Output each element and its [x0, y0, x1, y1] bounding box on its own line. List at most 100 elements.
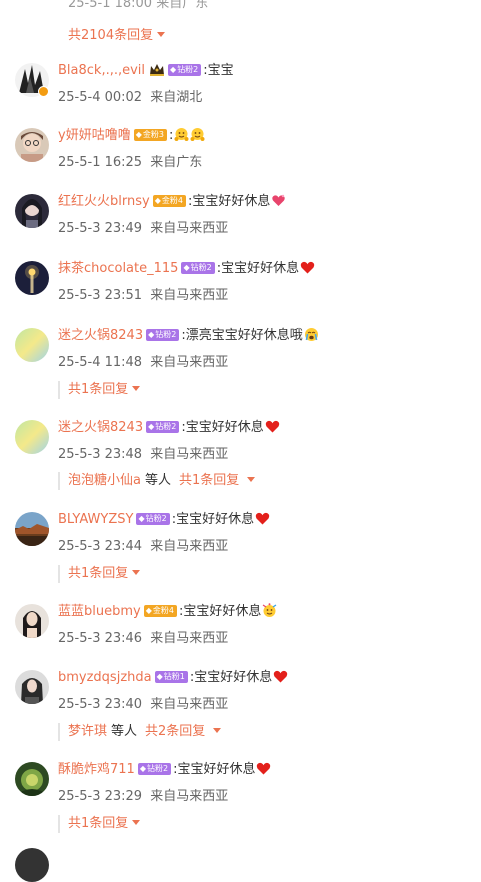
- comment-meta: 25-5-3 23:49 来自马来西亚: [58, 217, 228, 236]
- comment-time: 25-5-3 23:48: [58, 447, 143, 462]
- reply-username[interactable]: 梦许琪: [68, 724, 107, 739]
- prev-comment-replies-link[interactable]: 共2104条回复: [68, 24, 166, 43]
- avatar[interactable]: [15, 604, 49, 638]
- replies-count: 共1条回复: [68, 566, 129, 581]
- avatar[interactable]: [15, 128, 49, 162]
- avatar[interactable]: [15, 194, 49, 228]
- comment-time: 25-5-3 23:51: [58, 288, 143, 303]
- replies-link[interactable]: 泡泡糖小仙a 等人 共1条回复: [58, 472, 256, 490]
- diamond-icon: ◆: [145, 605, 152, 615]
- comment-feed: 25-5-1 18:00 来自广东 共2104条回复 Bla8ck,.,.,ev…: [0, 0, 481, 882]
- comment-time: 25-5-3 23:46: [58, 631, 143, 646]
- diamond-icon: ◆: [139, 763, 146, 773]
- reply-etal: 等人: [111, 724, 138, 739]
- replies-count: 共1条回复: [178, 473, 240, 488]
- diamond-icon: ◆: [148, 329, 155, 339]
- username-link[interactable]: 抹茶chocolate_115: [58, 261, 178, 276]
- fan-level-badge[interactable]: ◆钻粉1: [154, 670, 188, 683]
- fan-level-badge[interactable]: ◆金粉3: [133, 128, 167, 141]
- comment-text: :宝宝好好休息: [189, 670, 273, 685]
- fan-level-badge[interactable]: ◆钻粉2: [136, 512, 170, 525]
- replies-link[interactable]: 共1条回复: [58, 815, 141, 833]
- avatar[interactable]: [15, 848, 49, 882]
- comment-item: 酥脆炸鸡711 ◆钻粉2:宝宝好好休息 25-5-3 23:29 来自马来西亚 共…: [0, 760, 481, 833]
- username-link[interactable]: Bla8ck,.,.,evil: [58, 63, 145, 78]
- prev-comment-replies-label: 共2104条回复: [68, 28, 154, 43]
- comment-location: 来自湖北: [150, 90, 203, 105]
- reply-etal: 等人: [144, 473, 171, 488]
- verified-icon: [38, 86, 49, 97]
- comment-meta: 25-5-3 23:51 来自马来西亚: [58, 284, 228, 303]
- red-heart-icon: [255, 511, 270, 526]
- comment-location: 来自马来西亚: [150, 221, 229, 236]
- avatar[interactable]: [15, 762, 49, 796]
- comment-meta: 25-5-4 00:02 来自湖北: [58, 86, 202, 105]
- comment-location: 来自马来西亚: [150, 631, 229, 646]
- red-heart-icon: [265, 419, 280, 434]
- diamond-icon: ◆: [154, 195, 161, 205]
- comment-location: 来自马来西亚: [150, 697, 229, 712]
- comment-text: :宝宝好好休息: [178, 604, 262, 619]
- comment-time: 25-5-3 23:44: [58, 539, 143, 554]
- username-link[interactable]: 迷之火锅8243: [58, 420, 143, 435]
- hug-emoji-icon: [190, 127, 205, 142]
- avatar[interactable]: [15, 670, 49, 704]
- fan-level-badge[interactable]: ◆钻粉2: [181, 261, 215, 274]
- comment-text: :漂亮宝宝好好休息哦: [181, 328, 303, 343]
- red-heart-icon: [300, 260, 315, 275]
- username-link[interactable]: BLYAWYZSY: [58, 512, 133, 527]
- username-link[interactable]: bmyzdqsjzhda: [58, 670, 152, 685]
- avatar[interactable]: [15, 328, 49, 362]
- comment-item: y妍妍咕噜噜 ◆金粉3: 25-5-1 16:25 来自广东: [0, 126, 481, 186]
- avatar[interactable]: [15, 261, 49, 295]
- comment-text: :宝宝: [203, 63, 234, 78]
- chevron-down-icon: [157, 32, 166, 37]
- comment-text: :宝宝好好休息: [187, 194, 271, 209]
- fan-level-badge[interactable]: ◆钻粉2: [146, 328, 180, 341]
- username-link[interactable]: 酥脆炸鸡711: [58, 762, 135, 777]
- chevron-down-icon: [132, 386, 141, 391]
- prev-comment-meta: 25-5-1 18:00 来自广东: [68, 0, 209, 11]
- avatar[interactable]: [15, 420, 49, 454]
- comment-location: 来自马来西亚: [150, 539, 229, 554]
- reply-username[interactable]: 泡泡糖小仙a: [68, 473, 141, 488]
- fan-level-badge[interactable]: ◆钻粉2: [137, 762, 172, 775]
- comment-item: 蓝蓝bluebmy ◆金粉4:宝宝好好休息 25-5-3 23:46 来自马来西亚: [0, 602, 481, 662]
- username-link[interactable]: 红红火火blrnsy: [58, 194, 150, 209]
- comment-time: 25-5-4 11:48: [58, 355, 143, 370]
- avatar[interactable]: [15, 512, 49, 546]
- comment-item: bmyzdqsjzhda ◆钻粉1:宝宝好好休息 25-5-3 23:40 来自马…: [0, 668, 481, 741]
- comment-location: 来自广东: [150, 155, 203, 170]
- comment-item: 迷之火锅8243 ◆钻粉2:宝宝好好休息 25-5-3 23:48 来自马来西亚 …: [0, 418, 481, 490]
- diamond-icon: ◆: [170, 64, 177, 74]
- fan-level-badge[interactable]: ◆钻粉2: [146, 420, 180, 433]
- red-heart-icon: [273, 669, 288, 684]
- comment-meta: 25-5-4 11:48 来自马来西亚: [58, 351, 228, 370]
- fan-level-badge[interactable]: ◆金粉4: [143, 604, 177, 617]
- replies-link[interactable]: 共1条回复: [58, 565, 141, 583]
- crown-icon: [149, 63, 165, 77]
- replies-link[interactable]: 共1条回复: [58, 381, 141, 399]
- comment-item: Bla8ck,.,.,evil ◆钻粉2:宝宝 25-5-4 00:02 来自湖北: [0, 61, 481, 121]
- comment-time: 25-5-4 00:02: [58, 90, 143, 105]
- chevron-down-icon: [213, 728, 222, 733]
- comment-meta: 25-5-3 23:40 来自马来西亚: [58, 693, 228, 712]
- diamond-icon: ◆: [135, 129, 142, 139]
- diamond-icon: ◆: [156, 671, 163, 681]
- username-link[interactable]: 迷之火锅8243: [58, 328, 143, 343]
- diamond-icon: ◆: [148, 421, 155, 431]
- diamond-icon: ◆: [183, 262, 190, 272]
- hug-emoji-icon: [174, 127, 189, 142]
- crying-emoji-icon: [304, 327, 319, 342]
- diamond-icon: ◆: [138, 513, 145, 523]
- comment-location: 来自马来西亚: [150, 447, 229, 462]
- comment-text: :宝宝好好休息: [216, 261, 300, 276]
- replies-count: 共1条回复: [68, 816, 129, 831]
- username-link[interactable]: y妍妍咕噜噜: [58, 128, 131, 143]
- comment-location: 来自马来西亚: [150, 789, 229, 804]
- fan-level-badge[interactable]: ◆钻粉2: [168, 63, 202, 76]
- comment-meta: 25-5-3 23:44 来自马来西亚: [58, 535, 228, 554]
- replies-link[interactable]: 梦许琪 等人 共2条回复: [58, 723, 222, 741]
- fan-level-badge[interactable]: ◆金粉4: [152, 194, 186, 207]
- username-link[interactable]: 蓝蓝bluebmy: [58, 604, 141, 619]
